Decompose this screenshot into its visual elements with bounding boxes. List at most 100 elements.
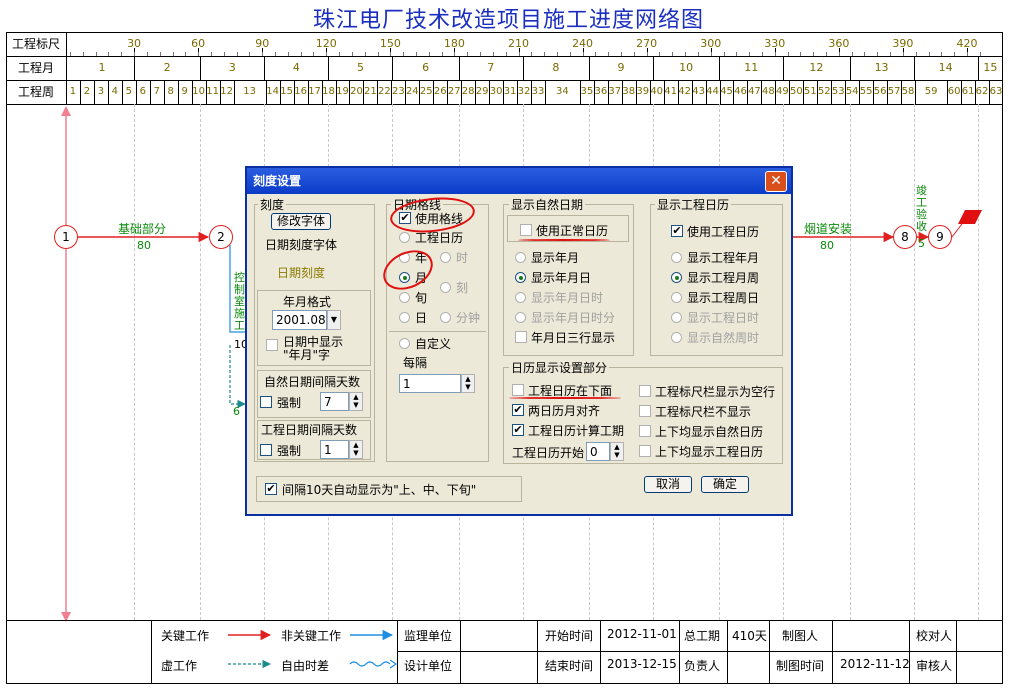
show-ym-in-date-checkbox[interactable] — [266, 339, 278, 351]
ymd-three-rows-checkbox[interactable] — [515, 331, 527, 343]
node-1[interactable]: 1 — [54, 225, 78, 249]
show-natural-wh-label: 显示自然周时 — [687, 331, 760, 345]
work-cal-period-checkbox[interactable]: ✔ — [512, 424, 524, 436]
week-divider — [489, 80, 491, 104]
week-divider — [691, 80, 693, 104]
show-work-dh-radio[interactable] — [671, 312, 682, 323]
week-divider — [79, 80, 81, 104]
show-ymdh-radio[interactable] — [515, 292, 526, 303]
end-time-value: 2013-12-15 — [607, 657, 677, 671]
scale-minor-tick — [454, 52, 456, 56]
scale-minor-tick — [749, 52, 751, 56]
week-divider — [461, 80, 463, 104]
hour-radio[interactable] — [440, 252, 451, 263]
force-work-checkbox[interactable] — [260, 444, 272, 456]
week-divider — [405, 80, 407, 104]
activity-foundation-label[interactable]: 基础部分 — [118, 220, 166, 237]
close-icon[interactable]: ✕ — [765, 171, 787, 192]
week-label: 34 — [556, 86, 569, 97]
week-label: 55 — [859, 86, 873, 97]
date-scale-font-label: 日期刻度字体 — [265, 238, 338, 252]
ruler-scale-label: 工程标尺 — [11, 37, 60, 51]
month-label: 8 — [552, 61, 560, 74]
work-cal-below-checkbox[interactable] — [512, 384, 524, 396]
work-cal-period-label: 工程日历计算工期 — [528, 424, 625, 438]
use-normal-calendar-checkbox[interactable] — [520, 224, 532, 236]
both-natural-checkbox[interactable] — [639, 425, 651, 437]
work-cal-start-spinner[interactable]: ▲ ▼ — [610, 442, 624, 461]
node-9[interactable]: 9 — [928, 225, 952, 249]
week-divider — [747, 80, 749, 104]
start-time-value: 2012-11-01 — [607, 627, 677, 641]
week-label: 49 — [775, 86, 789, 97]
show-work-ym-radio[interactable] — [671, 252, 682, 263]
ruler-hide-checkbox[interactable] — [639, 405, 651, 417]
both-work-checkbox[interactable] — [639, 445, 651, 457]
ok-button[interactable]: 确定 — [701, 476, 749, 493]
scale-minor-tick — [723, 52, 725, 56]
scale-minor-tick — [787, 52, 789, 56]
month-label: 15 — [983, 61, 998, 74]
show-ymd-radio[interactable] — [515, 272, 526, 283]
force-natural-label: 强制 — [277, 396, 302, 410]
natural-interval-spinner[interactable]: ▲ ▼ — [349, 392, 363, 411]
auto-ten-checkbox[interactable]: ✔ — [265, 483, 277, 495]
ruler-empty-row-checkbox[interactable] — [639, 385, 651, 397]
week-divider — [163, 80, 165, 104]
day-radio[interactable] — [399, 312, 410, 323]
scale-minor-tick — [95, 52, 97, 56]
change-font-button[interactable]: 修改字体 — [271, 213, 331, 230]
natural-interval-input[interactable]: 7 — [320, 392, 349, 411]
ruler-month-label: 工程月 — [17, 61, 54, 75]
node-2[interactable]: 2 — [209, 225, 233, 249]
activity-complete-label[interactable]: 竣工验收 — [916, 185, 928, 233]
use-work-calendar-checkbox[interactable]: ✔ — [671, 225, 683, 237]
chevron-down-icon[interactable]: ▼ — [327, 310, 341, 330]
use-normal-calendar-label: 使用正常日历 — [536, 224, 609, 238]
week-label: 30 — [489, 86, 503, 97]
footer-col-sep — [956, 620, 957, 684]
scale-minor-tick — [544, 52, 546, 56]
work-cal-start-input[interactable]: 0 — [586, 442, 610, 461]
show-ymdhm-radio[interactable] — [515, 312, 526, 323]
footer-col-sep — [909, 620, 910, 684]
week-divider — [93, 80, 95, 104]
node-8[interactable]: 8 — [893, 225, 917, 249]
every-input[interactable]: 1 — [399, 374, 461, 393]
dialog-title-bar[interactable]: 刻度设置 — [247, 168, 791, 194]
ym-format-select[interactable]: 2001.08 — [272, 310, 327, 330]
two-cal-align-checkbox[interactable]: ✔ — [512, 404, 524, 416]
week-label: 4 — [111, 86, 119, 97]
footer-top-border — [6, 620, 1003, 621]
every-spinner[interactable]: ▲ ▼ — [461, 374, 475, 393]
activity-chimney-duration: 80 — [820, 239, 834, 252]
week-label: 8 — [167, 86, 174, 97]
show-work-mw-radio[interactable] — [671, 272, 682, 283]
footer-col-sep — [769, 620, 770, 684]
quarter-radio[interactable] — [440, 282, 451, 293]
work-interval-input[interactable]: 1 — [320, 440, 349, 459]
show-natural-wh-radio[interactable] — [671, 332, 682, 343]
month-gridline — [134, 104, 136, 620]
week-label: 14 — [266, 86, 280, 97]
show-work-wd-radio[interactable] — [671, 292, 682, 303]
minute-radio[interactable] — [440, 312, 451, 323]
work-interval-spinner[interactable]: ▲ ▼ — [349, 440, 363, 459]
scale-minor-tick — [415, 52, 417, 56]
force-natural-checkbox[interactable] — [260, 396, 272, 408]
ten-day-radio[interactable] — [399, 292, 410, 303]
week-label: 24 — [405, 86, 419, 97]
week-label: 59 — [924, 86, 938, 97]
show-ym-radio[interactable] — [515, 252, 526, 263]
ym-format-title: 年月格式 — [283, 295, 332, 309]
scale-minor-tick — [70, 52, 71, 56]
cancel-button[interactable]: 取消 — [644, 476, 692, 493]
week-divider — [135, 80, 137, 104]
custom-radio[interactable] — [399, 338, 410, 349]
scale-minor-tick — [377, 52, 379, 56]
week-label: 40 — [650, 86, 664, 97]
work-calendar-radio[interactable] — [399, 232, 410, 243]
activity-chimney-label[interactable]: 烟道安装 — [804, 220, 852, 237]
week-divider — [915, 80, 917, 104]
month-divider — [392, 56, 394, 80]
